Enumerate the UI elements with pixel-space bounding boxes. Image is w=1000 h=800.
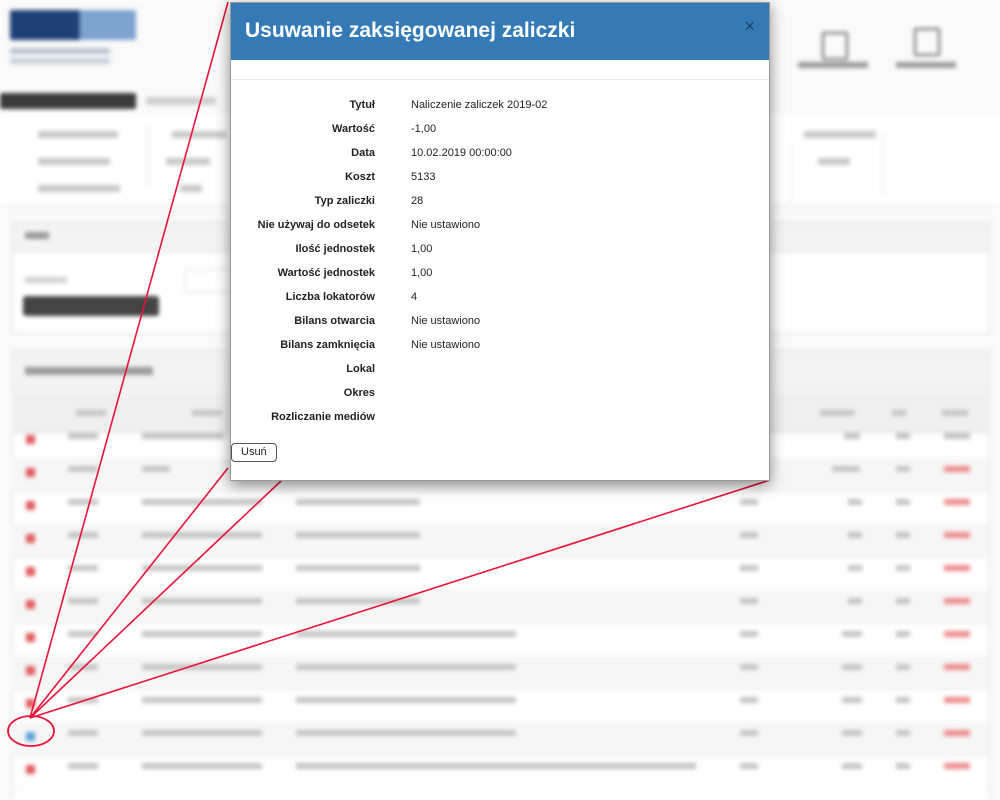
detail-row: Data 10.02.2019 00:00:00 [231, 145, 769, 169]
detail-row: Bilans zamknięcia Nie ustawiono [231, 337, 769, 361]
field-value: 1,00 [411, 243, 433, 255]
field-label: Typ zaliczki [314, 195, 375, 207]
divider [231, 79, 769, 80]
field-label: Ilość jednostek [295, 243, 375, 255]
table-row [12, 590, 988, 624]
field-label: Tytuł [349, 99, 375, 111]
field-label: Wartość jednostek [277, 267, 375, 279]
table-row [12, 656, 988, 690]
main-tab-active[interactable] [0, 93, 136, 109]
toolbar-label [896, 62, 956, 68]
field-value: Nie ustawiono [411, 339, 481, 351]
delete-icon [26, 666, 35, 675]
delete-icon [26, 633, 35, 642]
table-row [12, 689, 988, 723]
delete-icon [26, 732, 35, 741]
delete-icon [26, 435, 35, 444]
table-row [12, 491, 988, 525]
table-row [12, 722, 988, 756]
field-label: Koszt [345, 171, 375, 183]
field-value: -1,00 [411, 123, 437, 135]
delete-icon [26, 534, 35, 543]
detail-row: Wartość jednostek 1,00 [231, 265, 769, 289]
main-tab[interactable] [146, 97, 216, 105]
field-value: 5133 [411, 171, 436, 183]
details-list: Tytuł Naliczenie zaliczek 2019-02 Wartość… [231, 97, 769, 433]
toolbar-label [798, 62, 868, 68]
detail-row: Rozliczanie mediów [231, 409, 769, 433]
logo-subtitle [10, 48, 110, 54]
field-value: Naliczenie zaliczek 2019-02 [411, 99, 548, 111]
detail-row: Bilans otwarcia Nie ustawiono [231, 313, 769, 337]
table-row [12, 524, 988, 558]
field-value: 10.02.2019 00:00:00 [411, 147, 512, 159]
detail-row: Typ zaliczki 28 [231, 193, 769, 217]
dialog-title: Usuwanie zaksięgowanej zaliczki [245, 19, 576, 42]
field-label: Lokal [346, 363, 375, 375]
detail-row: Lokal [231, 361, 769, 385]
delete-icon [26, 600, 35, 609]
detail-row: Ilość jednostek 1,00 [231, 241, 769, 265]
detail-row: Wartość -1,00 [231, 121, 769, 145]
field-label: Wartość [332, 123, 375, 135]
field-label: Data [351, 147, 375, 159]
field-value: 4 [411, 291, 418, 303]
close-icon[interactable]: × [744, 17, 755, 35]
document-icon[interactable] [914, 28, 940, 56]
field-value: Nie ustawiono [411, 315, 481, 327]
delete-icon [26, 699, 35, 708]
delete-icon [26, 567, 35, 576]
table-row [12, 623, 988, 657]
app-logo [10, 10, 136, 40]
detail-row: Tytuł Naliczenie zaliczek 2019-02 [231, 97, 769, 121]
filter-button[interactable] [23, 296, 159, 316]
detail-row: Nie używaj do odsetek Nie ustawiono [231, 217, 769, 241]
delete-advance-dialog: Usuwanie zaksięgowanej zaliczki × Tytuł N… [230, 2, 770, 481]
scissors-icon[interactable] [822, 32, 848, 60]
delete-icon [26, 468, 35, 477]
delete-button[interactable]: Usuń [231, 443, 277, 462]
field-value: Nie ustawiono [411, 219, 481, 231]
dialog-header: Usuwanie zaksięgowanej zaliczki × [231, 3, 769, 60]
detail-row: Okres [231, 385, 769, 409]
field-label: Rozliczanie mediów [271, 411, 375, 423]
field-label: Bilans zamknięcia [280, 339, 375, 351]
field-label: Bilans otwarcia [294, 315, 375, 327]
detail-row: Koszt 5133 [231, 169, 769, 193]
field-value: 1,00 [411, 267, 433, 279]
field-label: Nie używaj do odsetek [257, 219, 375, 231]
field-label: Okres [343, 387, 375, 399]
table-row [12, 557, 988, 591]
field-value: 28 [411, 195, 424, 207]
delete-icon [26, 765, 35, 774]
delete-icon [26, 501, 35, 510]
field-label: Liczba lokatorów [285, 291, 375, 303]
detail-row: Liczba lokatorów 4 [231, 289, 769, 313]
table-row [12, 755, 988, 789]
